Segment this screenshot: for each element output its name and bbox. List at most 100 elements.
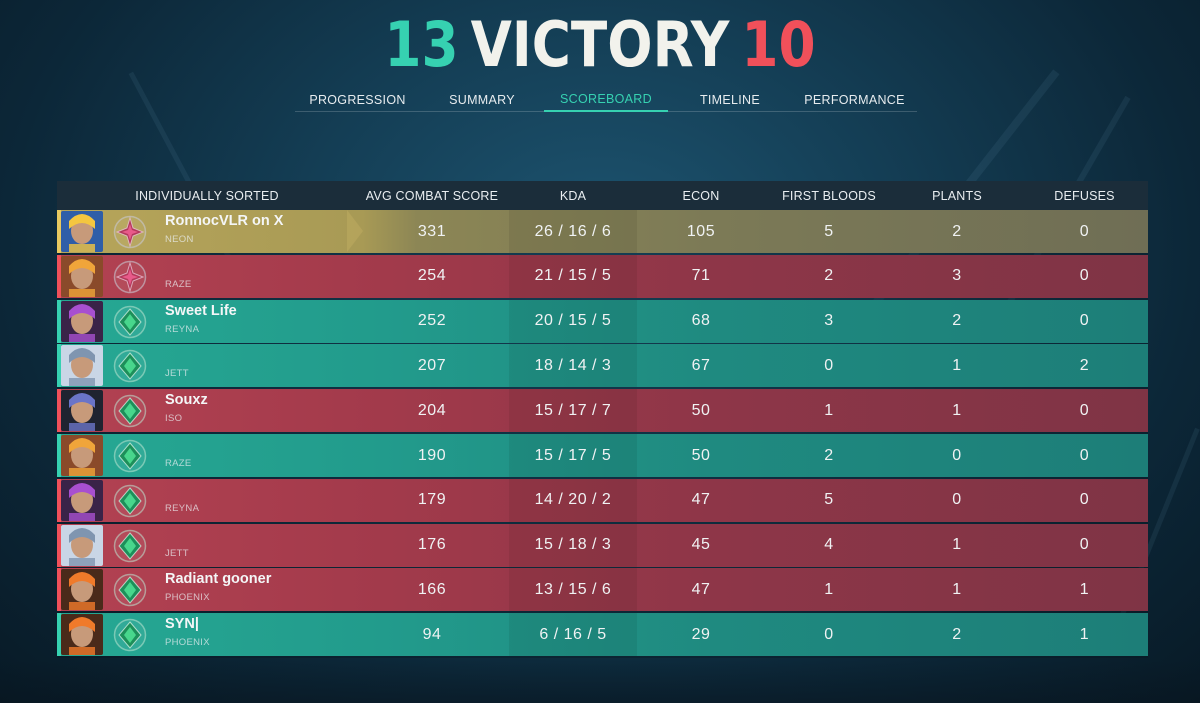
player-name[interactable]: Sweet Life — [165, 303, 237, 319]
scoreboard-header-row: INDIVIDUALLY SORTED AVG COMBAT SCORE KDA… — [57, 181, 1148, 210]
defuses-value: 0 — [1079, 222, 1090, 240]
defuses-value: 0 — [1079, 312, 1090, 330]
emerald-rank-icon — [113, 529, 147, 563]
first-bloods-value: 2 — [824, 446, 834, 464]
match-tabs: PROGRESSION SUMMARY SCOREBOARD TIMELINE … — [295, 88, 917, 112]
ally-score: 13 — [384, 7, 459, 81]
player-row[interactable]: Souxz ISO 204 15 / 17 / 7 50 1 1 0 — [57, 389, 1148, 433]
scoreboard-table: INDIVIDUALLY SORTED AVG COMBAT SCORE KDA… — [57, 181, 1148, 658]
column-header-first-bloods[interactable]: FIRST BLOODS — [765, 181, 893, 210]
defuses-value: 2 — [1079, 356, 1090, 374]
plants-value: 1 — [952, 401, 962, 419]
tab-timeline[interactable]: TIMELINE — [668, 88, 792, 111]
player-row[interactable]: SYN| PHOENIX 94 6 / 16 / 5 29 0 2 1 — [57, 613, 1148, 657]
econ-value: 105 — [686, 222, 716, 240]
plants-value: 2 — [952, 312, 962, 330]
kda-value: 15 / 17 / 5 — [509, 434, 637, 477]
agent-portrait — [61, 524, 103, 566]
econ-value: 68 — [691, 312, 711, 330]
agent-portrait — [61, 614, 103, 656]
agent-name: NEON — [165, 234, 194, 245]
first-bloods-value: 5 — [824, 491, 834, 509]
emerald-rank-icon — [113, 573, 147, 607]
kda-value: 21 / 15 / 5 — [509, 254, 637, 298]
agent-portrait — [61, 300, 103, 342]
player-row[interactable]: JETT 207 18 / 14 / 3 67 0 1 2 — [57, 344, 1148, 388]
acs-value: 254 — [417, 267, 447, 285]
emerald-rank-icon — [113, 305, 147, 339]
emerald-rank-icon — [113, 439, 147, 473]
defuses-value: 0 — [1079, 267, 1090, 285]
column-header-econ[interactable]: ECON — [637, 181, 765, 210]
acs-value: 190 — [417, 446, 447, 464]
player-row[interactable]: RAZE 254 21 / 15 / 5 71 2 3 0 — [57, 254, 1148, 298]
player-row[interactable]: JETT 176 15 / 18 / 3 45 4 1 0 — [57, 523, 1148, 567]
emerald-rank-icon — [113, 618, 147, 652]
acs-value: 176 — [417, 536, 447, 554]
plants-value: 2 — [952, 222, 962, 240]
first-bloods-value: 3 — [824, 312, 834, 330]
econ-value: 50 — [691, 446, 711, 464]
ascendant-rank-icon — [113, 260, 147, 294]
player-name[interactable]: RonnocVLR on X — [165, 213, 283, 229]
agent-name: RAZE — [165, 458, 192, 469]
plants-value: 3 — [952, 267, 962, 285]
agent-portrait — [61, 479, 103, 521]
agent-name: RAZE — [165, 278, 192, 290]
econ-value: 47 — [691, 491, 711, 509]
agent-name: PHOENIX — [165, 592, 210, 604]
first-bloods-value: 1 — [824, 401, 834, 419]
emerald-rank-icon — [113, 484, 147, 518]
econ-value: 29 — [691, 625, 711, 643]
agent-portrait — [61, 569, 103, 611]
self-row-highlight — [347, 210, 363, 252]
first-bloods-value: 0 — [824, 625, 834, 643]
match-result-header: 13 VICTORY 10 — [84, 4, 1116, 84]
player-row[interactable]: RonnocVLR on X NEON 331 26 / 16 / 6 105 … — [57, 210, 1148, 253]
kda-value: 20 / 15 / 5 — [509, 299, 637, 343]
plants-value: 2 — [952, 625, 962, 643]
kda-value: 13 / 15 / 6 — [509, 568, 637, 612]
plants-value: 1 — [952, 580, 962, 598]
match-result: VICTORY — [470, 7, 730, 81]
acs-value: 207 — [417, 356, 447, 374]
plants-value: 1 — [952, 536, 962, 554]
kda-value: 15 / 17 / 7 — [509, 389, 637, 433]
first-bloods-value: 4 — [824, 536, 834, 554]
agent-name: JETT — [165, 547, 189, 559]
defuses-value: 1 — [1079, 625, 1090, 643]
kda-value: 15 / 18 / 3 — [509, 523, 637, 567]
tab-summary[interactable]: SUMMARY — [420, 88, 544, 111]
kda-value: 6 / 16 / 5 — [509, 613, 637, 657]
tab-scoreboard[interactable]: SCOREBOARD — [544, 88, 668, 112]
first-bloods-value: 2 — [824, 267, 834, 285]
player-row[interactable]: RAZE 190 15 / 17 / 5 50 2 0 0 — [57, 434, 1148, 477]
player-name[interactable]: Souxz — [165, 392, 208, 408]
enemy-score: 10 — [741, 7, 816, 81]
first-bloods-value: 5 — [824, 222, 834, 240]
player-name[interactable]: SYN| — [165, 616, 199, 632]
defuses-value: 0 — [1079, 491, 1090, 509]
econ-value: 50 — [691, 401, 711, 419]
emerald-rank-icon — [113, 394, 147, 428]
acs-value: 204 — [417, 401, 447, 419]
column-header-defuses[interactable]: DEFUSES — [1021, 181, 1148, 210]
agent-portrait — [61, 435, 103, 476]
econ-value: 67 — [691, 356, 711, 374]
column-header-individually-sorted[interactable]: INDIVIDUALLY SORTED — [57, 181, 357, 210]
tab-performance[interactable]: PERFORMANCE — [792, 88, 917, 111]
plants-value: 0 — [952, 446, 962, 464]
econ-value: 47 — [691, 580, 711, 598]
acs-value: 179 — [417, 491, 447, 509]
column-header-plants[interactable]: PLANTS — [893, 181, 1021, 210]
column-header-kda[interactable]: KDA — [509, 181, 637, 210]
player-row[interactable]: Sweet Life REYNA 252 20 / 15 / 5 68 3 2 … — [57, 299, 1148, 343]
player-row[interactable]: Radiant gooner PHOENIX 166 13 / 15 / 6 4… — [57, 568, 1148, 612]
player-name[interactable]: Radiant gooner — [165, 571, 271, 587]
econ-value: 71 — [691, 267, 711, 285]
agent-name: REYNA — [165, 323, 200, 335]
tab-progression[interactable]: PROGRESSION — [295, 88, 420, 111]
first-bloods-value: 0 — [824, 356, 834, 374]
player-row[interactable]: REYNA 179 14 / 20 / 2 47 5 0 0 — [57, 478, 1148, 522]
column-header-acs[interactable]: AVG COMBAT SCORE — [357, 181, 507, 210]
